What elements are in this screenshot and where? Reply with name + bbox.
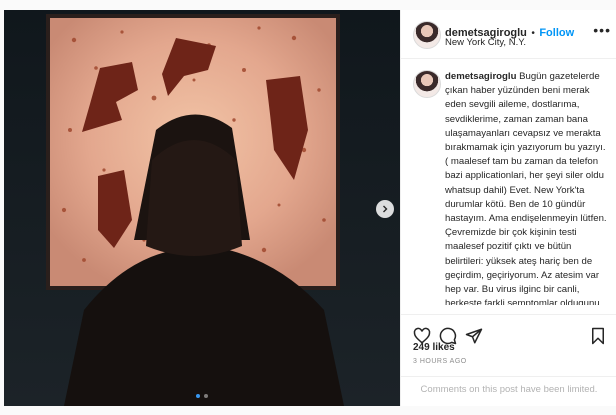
comments-limited-notice: Comments on this post have been limited. [401, 376, 616, 407]
post-side-panel: demetsagiroglu • Follow New York City, N… [400, 10, 616, 406]
more-options-button[interactable]: ••• [593, 22, 611, 38]
carousel-next-button[interactable] [376, 200, 394, 218]
separator-dot: • [531, 28, 535, 39]
carousel-dot-2 [204, 394, 208, 398]
post-header: demetsagiroglu • Follow New York City, N… [401, 10, 616, 59]
follow-button[interactable]: Follow [539, 27, 574, 39]
caption-text: Bugün gazetelerde çıkan haber yüzünden b… [445, 71, 607, 305]
post-timestamp[interactable]: 3 HOURS AGO [413, 358, 467, 365]
post-photo-artwork [4, 10, 400, 406]
post-image[interactable] [4, 10, 400, 406]
chevron-right-icon [383, 205, 388, 213]
carousel-indicator [4, 394, 400, 398]
share-icon[interactable] [465, 327, 483, 345]
carousel-dot-1 [196, 394, 200, 398]
caption-avatar[interactable] [413, 70, 441, 98]
caption-username[interactable]: demetsagiroglu [445, 71, 516, 82]
location-link[interactable]: New York City, N.Y. [445, 37, 526, 48]
bookmark-icon[interactable] [589, 327, 607, 345]
more-icon: ••• [593, 22, 611, 38]
instagram-post-frame: demetsagiroglu • Follow New York City, N… [0, 0, 616, 415]
avatar[interactable] [413, 21, 441, 49]
post-caption: demetsagiroglu Bugün gazetelerde çıkan h… [445, 70, 609, 305]
likes-count[interactable]: 249 likes [413, 342, 455, 353]
